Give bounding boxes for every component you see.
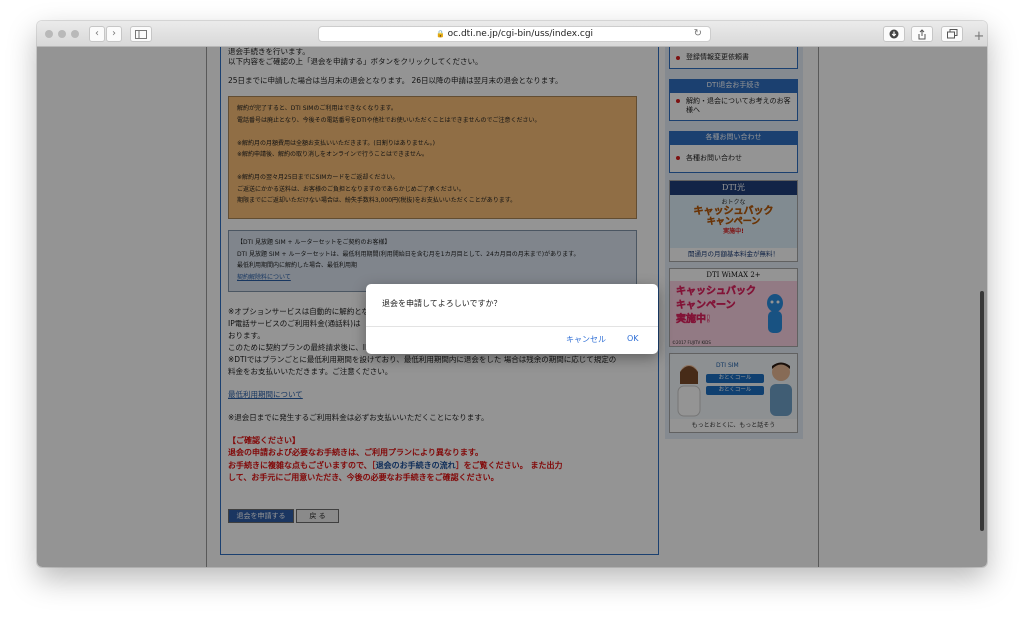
confirm-dialog: 退会を申請してよろしいですか？ キャンセル OK [366,284,658,354]
page-content: 退会手続きを行います。 以下内容をご確認の上「退会を申請する」ボタンをクリックし… [37,47,987,567]
minimize-window-button[interactable] [58,30,66,38]
address-bar[interactable]: 🔒 oc.dti.ne.jp/cgi-bin/uss/index.cgi ↻ [318,26,711,42]
back-button[interactable]: ‹ [89,26,105,42]
downloads-button[interactable] [883,26,905,42]
sidebar-toggle-button[interactable] [130,26,152,42]
dialog-divider [366,326,658,327]
scrollbar-thumb[interactable] [980,291,984,531]
download-icon [889,29,899,39]
share-button[interactable] [911,26,933,42]
dialog-message: 退会を申請してよろしいですか？ [382,299,502,308]
url-text: oc.dti.ne.jp/cgi-bin/uss/index.cgi [447,29,594,39]
dialog-ok-button[interactable]: OK [627,334,639,343]
new-tab-button[interactable]: + [971,26,987,47]
sidebar-icon [135,30,147,39]
tabs-overview-button[interactable] [941,26,963,42]
browser-window: ‹ › 🔒 oc.dti.ne.jp/cgi-bin/uss/index.cgi … [37,21,987,567]
tabs-icon [946,29,957,39]
browser-toolbar: ‹ › 🔒 oc.dti.ne.jp/cgi-bin/uss/index.cgi … [37,21,987,47]
share-icon [918,29,926,40]
reload-icon[interactable]: ↻ [694,27,702,41]
dialog-cancel-button[interactable]: キャンセル [566,334,606,345]
lock-icon: 🔒 [435,30,445,38]
close-window-button[interactable] [45,30,53,38]
zoom-window-button[interactable] [71,30,79,38]
forward-button[interactable]: › [106,26,122,42]
